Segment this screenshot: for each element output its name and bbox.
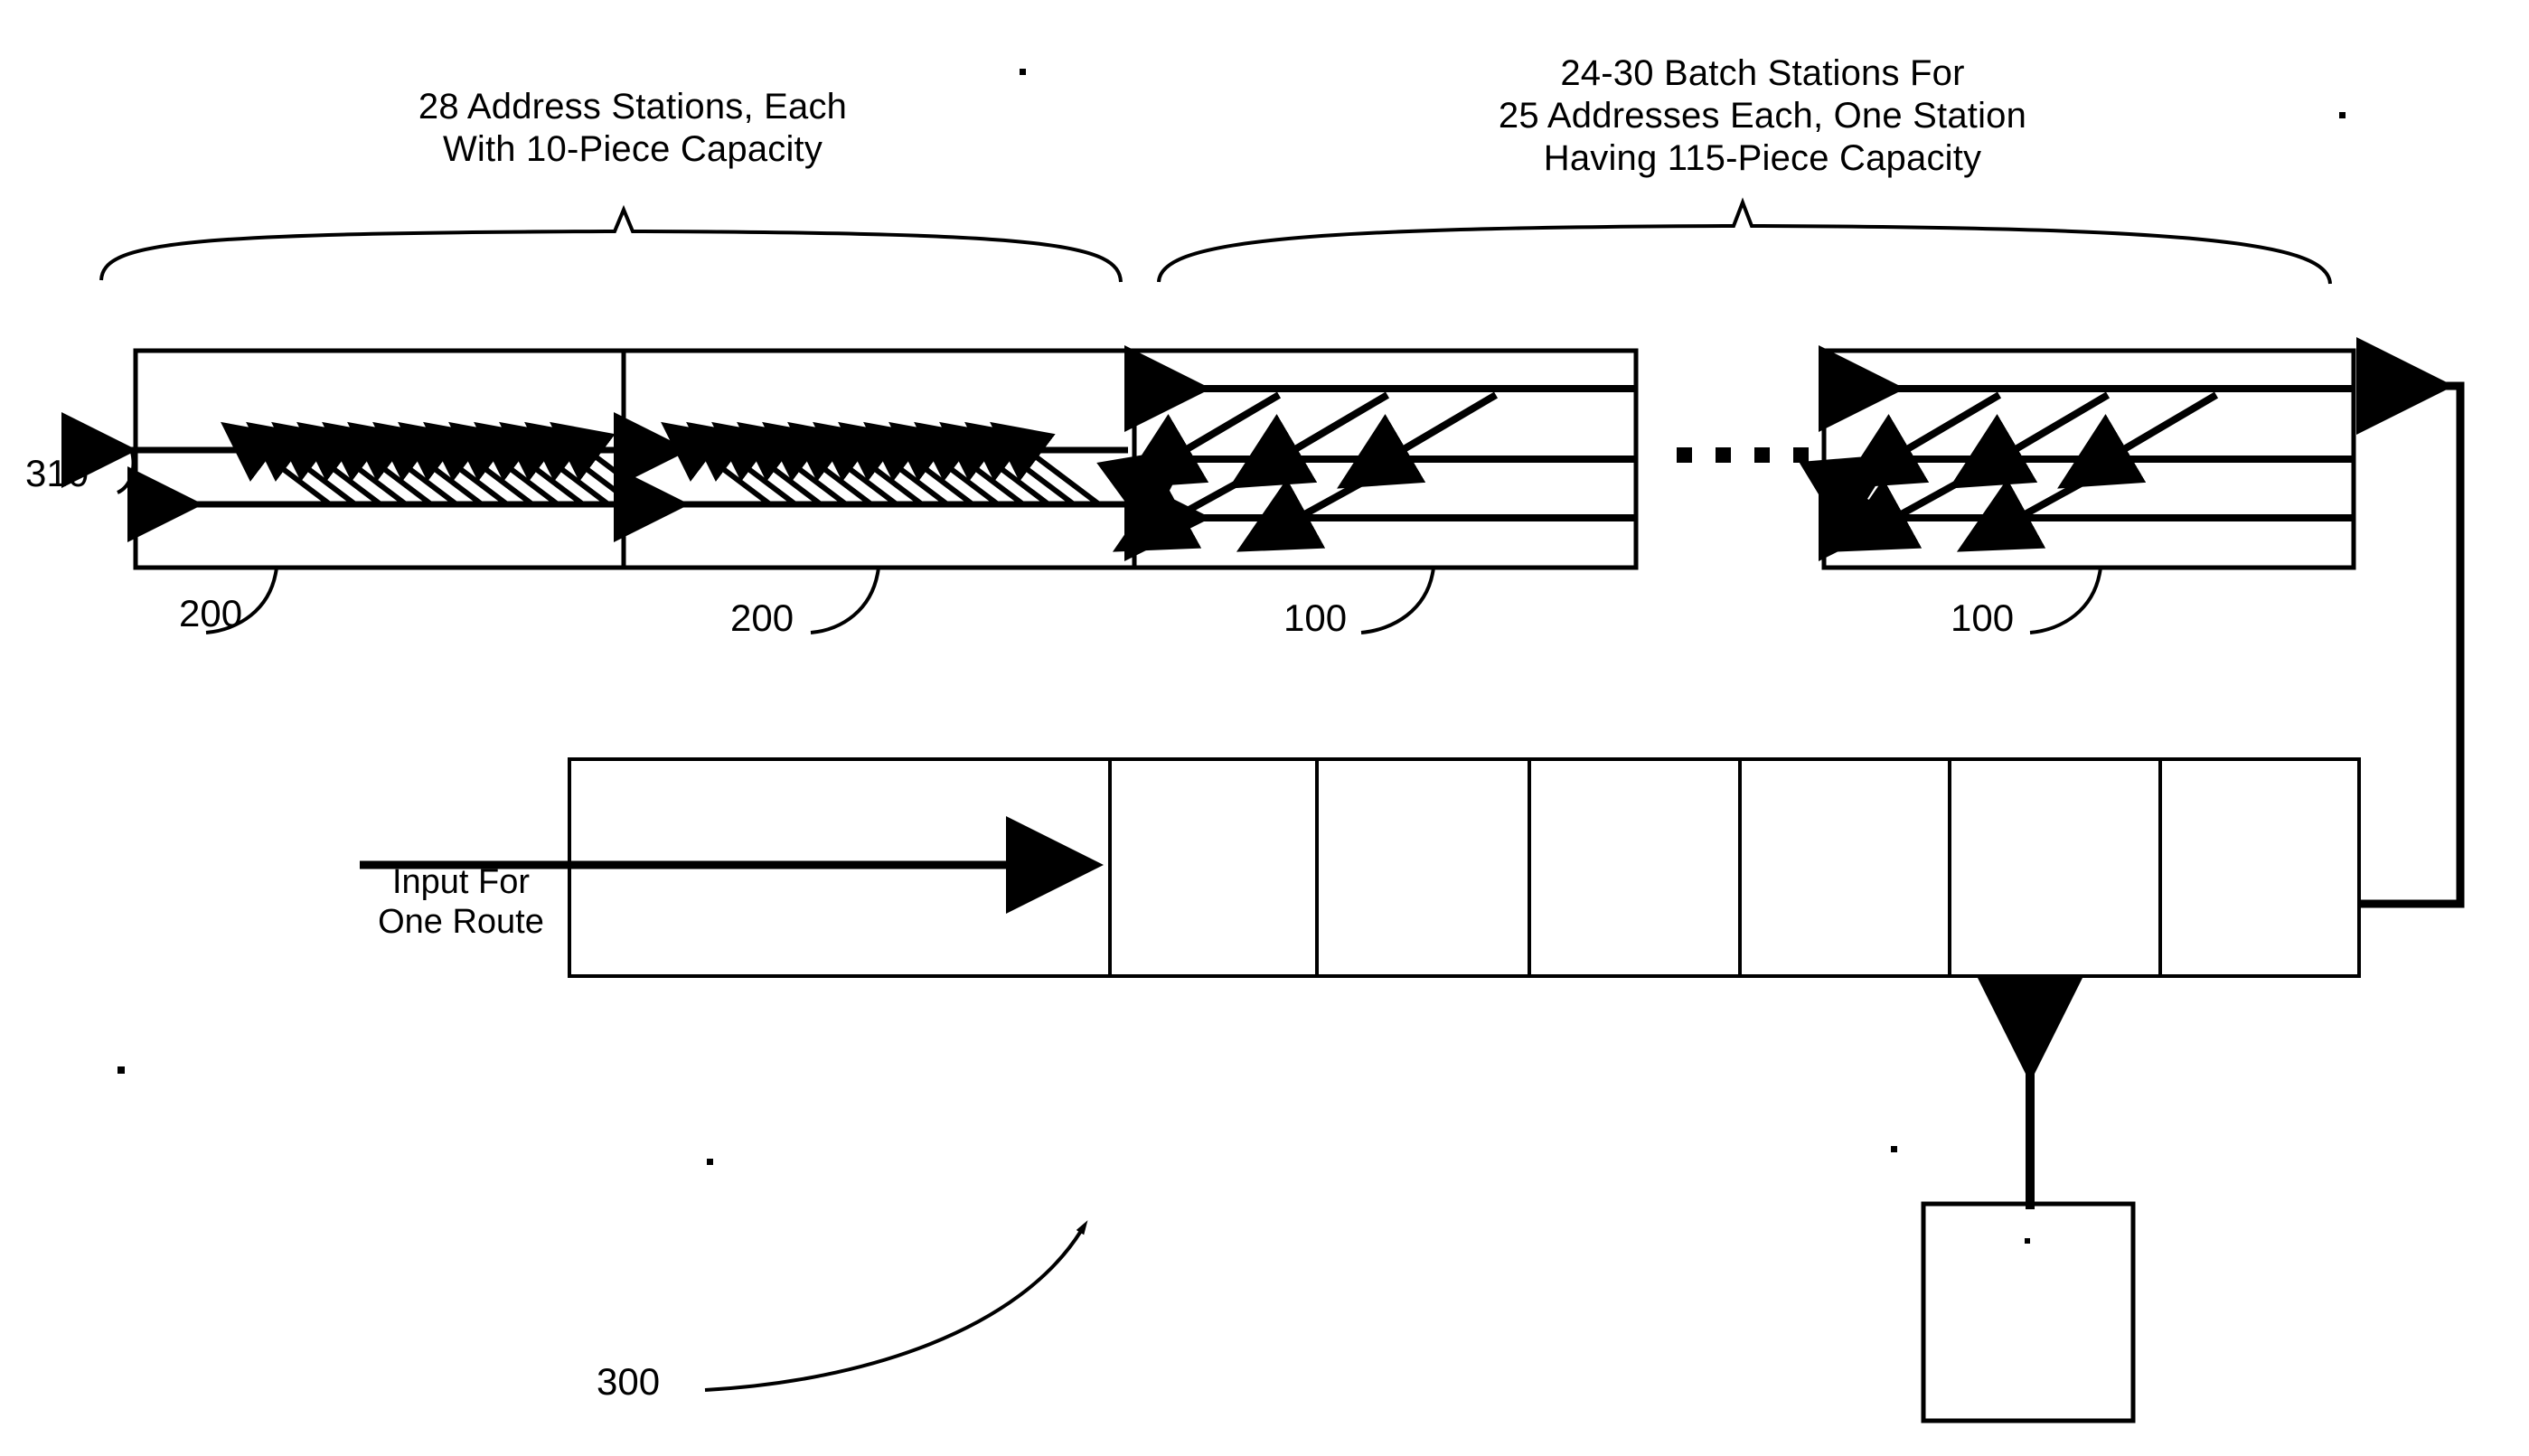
leader-arrow-300 xyxy=(704,1220,1088,1392)
station-ellipsis xyxy=(1677,447,1809,463)
buffer-feedback-loop xyxy=(2356,337,2465,908)
figure-linework xyxy=(61,69,2465,1423)
leader-line-100-second xyxy=(2029,567,2102,634)
leader-line-200-second xyxy=(810,567,880,634)
leader-line-100-first xyxy=(1360,567,1435,634)
patent-figure: 28 Address Stations, Each With 10-Piece … xyxy=(0,0,2529,1456)
brace-address-stations xyxy=(99,204,1123,283)
leader-line-200-first xyxy=(205,567,278,634)
leader-line-310 xyxy=(117,451,136,494)
brace-batch-stations xyxy=(1157,197,2332,285)
empty-clamp-supply-box xyxy=(1921,1201,2136,1423)
clamp-supply-arrowhead xyxy=(2012,974,2048,1012)
